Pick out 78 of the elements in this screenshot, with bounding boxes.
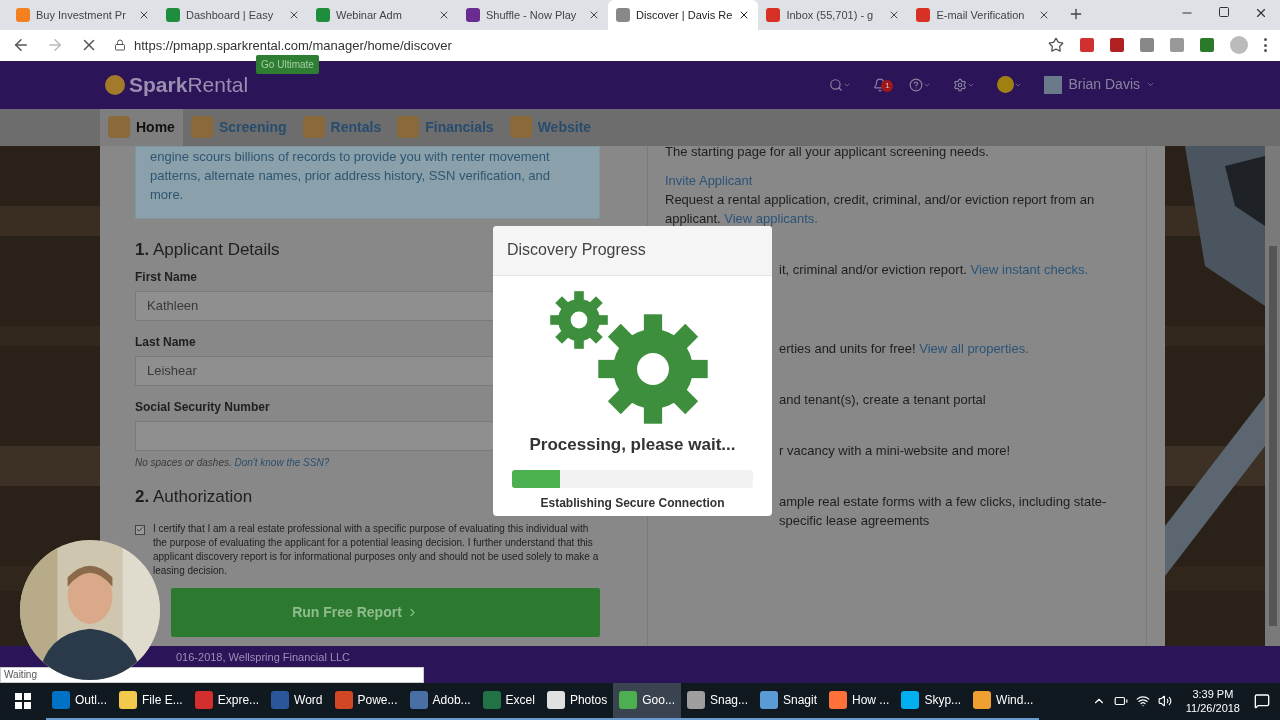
close-icon[interactable] — [438, 9, 450, 21]
taskbar-app[interactable]: Snagit — [754, 682, 824, 720]
taskbar-app[interactable]: Excel — [476, 682, 541, 720]
field-label: Social Security Number — [135, 399, 271, 417]
field-label: Last Name — [135, 334, 197, 352]
tab-title: Dashboard | Easy — [186, 7, 275, 23]
menu-icon[interactable] — [1264, 38, 1268, 53]
intro-text: The starting page for all your applicant screening needs. — [665, 145, 990, 161]
browser-tab[interactable]: Discover | Davis Re — [608, 0, 759, 30]
browser-tab[interactable]: E-mail Verification — [908, 0, 1059, 30]
extension-icon[interactable] — [1200, 38, 1214, 53]
copyright-text: 016-2018, Wellspring Financial LLC — [176, 649, 351, 665]
wifi-icon[interactable] — [1135, 694, 1150, 709]
browser-tab[interactable]: Inbox (55,701) - g — [758, 0, 909, 30]
logo-icon — [105, 74, 125, 95]
taskbar-app[interactable]: Adob... — [403, 682, 477, 720]
taskbar-app[interactable]: Snag... — [680, 682, 754, 720]
restore-icon[interactable] — [1218, 6, 1230, 18]
taskbar-app[interactable]: Expre... — [188, 682, 266, 720]
scrollbar[interactable] — [1265, 145, 1280, 646]
volume-icon[interactable] — [1157, 694, 1172, 709]
extension-icon[interactable] — [1170, 38, 1184, 53]
small-gear-icon — [549, 289, 609, 350]
extension-icon[interactable] — [1110, 38, 1124, 53]
extension-icon[interactable] — [1140, 38, 1154, 53]
progress-step: Establishing Secure Connection — [493, 494, 772, 513]
processing-text: Processing, please wait... — [528, 433, 737, 456]
clock-time[interactable]: 3:39 PM — [1192, 687, 1234, 702]
close-icon[interactable] — [588, 9, 600, 21]
close-icon[interactable] — [1254, 6, 1268, 20]
close-icon[interactable] — [288, 9, 300, 21]
logo[interactable]: SparkRental — [129, 69, 249, 101]
close-icon[interactable] — [138, 9, 150, 21]
item-text: it, criminal and/or eviction report. View instant checks. — [779, 260, 1090, 279]
help-icon[interactable] — [909, 77, 924, 92]
item-text: and tenant(s), create a tenant portal — [779, 390, 987, 409]
lock-icon — [114, 39, 126, 52]
taskbar-app[interactable]: File E... — [113, 682, 189, 720]
section-heading: 1. Applicant Details — [135, 238, 280, 261]
dialog-title: Discovery Progress — [507, 240, 646, 261]
notifications-icon[interactable] — [1254, 693, 1270, 710]
clock-date[interactable]: 11/26/2018 — [1185, 701, 1240, 716]
tab-title: Shuffle - Now Play — [486, 7, 578, 23]
info-box: engine scours billions of records to provide you with renter movement patterns, alternate names, prior address history, SSN verification, and more. — [135, 145, 600, 219]
coin-icon[interactable] — [997, 76, 1015, 94]
tab-title: Buy Investment Pr — [36, 7, 127, 23]
taskbar-app[interactable]: Wind... — [967, 682, 1040, 720]
item-text: ample real estate forms with a few clicks, including state-specific lease agreements — [779, 492, 1108, 530]
notification-count: 1 — [881, 79, 894, 92]
browser-tab[interactable]: Shuffle - Now Play — [458, 0, 608, 30]
tab-title: Discover | Davis Re — [636, 7, 733, 23]
taskbar-app[interactable]: How ... — [823, 682, 896, 720]
tab-title: Webinar Adm — [336, 7, 403, 23]
section-heading: 2. Authorization — [135, 486, 253, 509]
nav-tab[interactable]: Home — [100, 108, 183, 146]
taskbar-app[interactable]: Goo... — [613, 682, 681, 720]
field-label: First Name — [135, 269, 199, 287]
browser-tab[interactable]: Webinar Adm — [308, 0, 458, 30]
tab-title: E-mail Verification — [936, 7, 1026, 23]
browser-tab[interactable]: Buy Investment Pr — [8, 0, 158, 30]
taskbar-app[interactable]: Powe... — [328, 682, 404, 720]
settings-icon[interactable] — [953, 77, 968, 92]
item-text: Request a rental application, credit, criminal, and/or eviction report from an applicant. View applicants. — [665, 190, 1096, 228]
taskbar-app[interactable]: Word — [265, 682, 329, 720]
checkbox[interactable] — [135, 524, 145, 535]
item-text: r vacancy with a mini-website and more! — [779, 441, 1012, 460]
avatar-icon[interactable] — [1044, 75, 1063, 94]
search-icon[interactable] — [829, 77, 844, 92]
large-gear-icon — [596, 311, 710, 426]
certify-text: I certify that I am a real estate professional with a specific purpose of evaluating this individual with the purpose of evaluating the applicant for a potential leasing decision. I further understand that this applicant discovery report is for informational purposes only and should not be used solely to make a leasing decision. — [153, 521, 600, 578]
tab-title: Inbox (55,701) - g — [786, 7, 875, 23]
user-name[interactable]: Brian Davis — [1068, 74, 1140, 96]
bookmark-icon[interactable] — [1048, 37, 1064, 54]
taskbar-app[interactable]: Skyp... — [895, 682, 968, 720]
extension-icon[interactable] — [1080, 38, 1094, 53]
taskbar-app[interactable]: Outl... — [46, 682, 113, 720]
item-text: erties and units for free! View all properties. — [779, 339, 1030, 358]
browser-tab[interactable]: Dashboard | Easy — [158, 0, 308, 30]
